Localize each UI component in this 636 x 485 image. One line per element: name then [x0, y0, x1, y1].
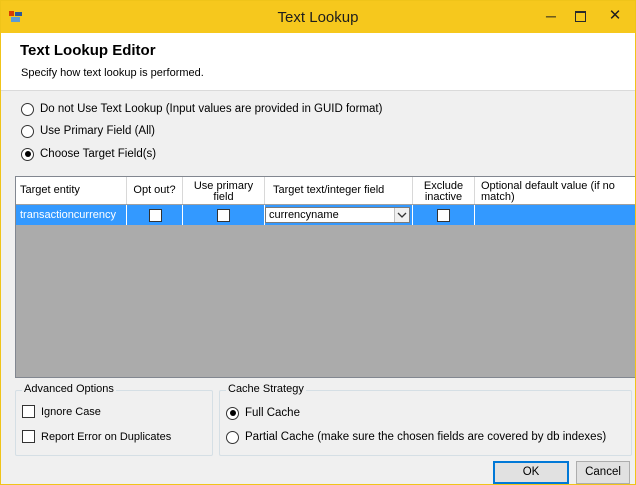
cell-default-value[interactable]	[475, 205, 635, 225]
report-duplicates-option[interactable]: Report Error on Duplicates	[22, 430, 171, 443]
radio-no-text-lookup[interactable]: Do not Use Text Lookup (Input values are…	[21, 100, 382, 118]
column-header-use-primary-field[interactable]: Use primary field	[183, 177, 265, 204]
ignore-case-option[interactable]: Ignore Case	[22, 405, 101, 418]
cancel-button[interactable]: Cancel	[576, 461, 630, 484]
cell-opt-out[interactable]	[127, 205, 183, 225]
full-cache-option[interactable]: Full Cache	[226, 404, 300, 422]
use-primary-checkbox[interactable]	[217, 209, 230, 222]
editor-subtitle: Specify how text lookup is performed.	[21, 67, 204, 79]
radio-label: Choose Target Field(s)	[40, 148, 157, 160]
cell-target-entity[interactable]: transactioncurrency	[16, 205, 127, 225]
report-duplicates-checkbox[interactable]	[22, 430, 35, 443]
text-lookup-window: Text Lookup ─ ✕ Text Lookup Editor Speci…	[0, 0, 636, 485]
cell-use-primary[interactable]	[183, 205, 265, 225]
column-header-opt-out[interactable]: Opt out?	[127, 177, 183, 204]
target-fields-grid[interactable]: Target entity Opt out? Use primary field…	[15, 176, 635, 378]
maximize-button[interactable]	[565, 1, 595, 33]
radio-button-selected-icon[interactable]	[21, 147, 34, 161]
ignore-case-checkbox[interactable]	[22, 405, 35, 418]
full-cache-label: Full Cache	[245, 407, 300, 419]
ok-button[interactable]: OK	[493, 461, 569, 484]
column-header-exclude-inactive[interactable]: Exclude inactive	[413, 177, 475, 204]
partial-cache-label: Partial Cache (make sure the chosen fiel…	[245, 431, 607, 443]
opt-out-checkbox[interactable]	[149, 209, 162, 222]
cache-strategy-group: Cache Strategy Full Cache Partial Cache …	[219, 383, 632, 456]
radio-label: Use Primary Field (All)	[40, 125, 156, 137]
editor-header: Text Lookup Editor Specify how text look…	[1, 33, 635, 91]
report-duplicates-label: Report Error on Duplicates	[41, 430, 172, 443]
ignore-case-label: Ignore Case	[41, 405, 101, 418]
exclude-inactive-checkbox[interactable]	[437, 209, 450, 222]
radio-button-icon[interactable]	[226, 430, 239, 444]
target-field-combobox[interactable]: currencyname	[265, 207, 410, 223]
editor-title: Text Lookup Editor	[20, 42, 156, 59]
column-header-default-value[interactable]: Optional default value (if no match)	[475, 177, 635, 204]
grid-row-selected[interactable]: transactioncurrency currencyname	[16, 205, 635, 225]
column-header-target-field[interactable]: Target text/integer field	[265, 177, 413, 204]
radio-label: Do not Use Text Lookup (Input values are…	[40, 103, 383, 115]
cache-strategy-legend: Cache Strategy	[226, 383, 306, 395]
chevron-down-icon[interactable]	[394, 208, 409, 222]
radio-choose-target-fields[interactable]: Choose Target Field(s)	[21, 145, 156, 163]
partial-cache-option[interactable]: Partial Cache (make sure the chosen fiel…	[226, 428, 606, 446]
radio-button-icon[interactable]	[21, 124, 34, 138]
column-header-target-entity[interactable]: Target entity	[16, 177, 127, 204]
advanced-options-group: Advanced Options Ignore Case Report Erro…	[15, 383, 213, 456]
cell-exclude-inactive[interactable]	[413, 205, 475, 225]
grid-header-row: Target entity Opt out? Use primary field…	[16, 177, 635, 205]
minimize-button[interactable]: ─	[537, 1, 565, 33]
title-bar[interactable]: Text Lookup ─ ✕	[1, 1, 635, 33]
combobox-value: currencyname	[269, 209, 339, 221]
maximize-icon	[575, 11, 586, 22]
radio-button-selected-icon[interactable]	[226, 406, 239, 420]
radio-button-icon[interactable]	[21, 102, 34, 116]
radio-use-primary-field[interactable]: Use Primary Field (All)	[21, 122, 155, 140]
close-button[interactable]: ✕	[595, 1, 635, 33]
advanced-options-legend: Advanced Options	[22, 383, 116, 395]
